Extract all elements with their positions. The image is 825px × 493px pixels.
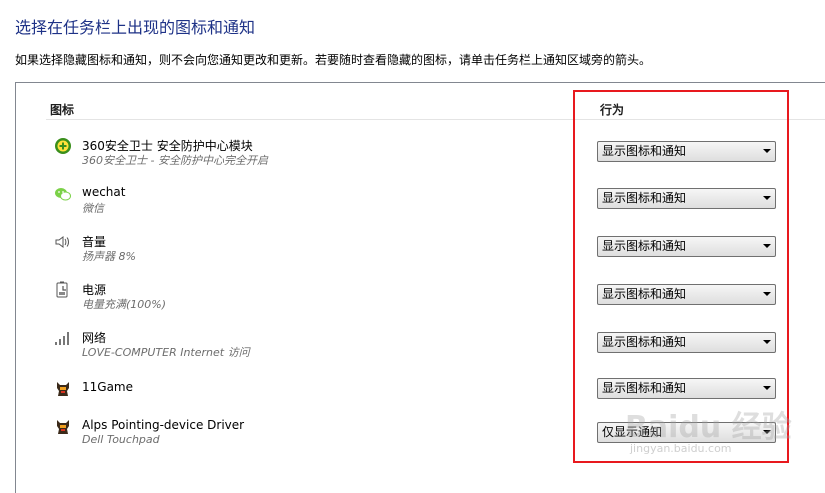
column-header-icon: 图标 — [50, 103, 75, 117]
behavior-select-value: 仅显示通知 — [602, 425, 663, 439]
battery-icon — [54, 281, 72, 299]
item-subtitle: Dell Touchpad — [82, 433, 160, 446]
item-subtitle: 360安全卫士 - 安全防护中心完全开启 — [82, 154, 268, 167]
page-description: 如果选择隐藏图标和通知，则不会向您通知更改和更新。若要随时查看隐藏的图标，请单击… — [15, 53, 652, 67]
chevron-down-icon — [763, 340, 771, 344]
item-subtitle: LOVE-COMPUTER Internet 访问 — [82, 346, 250, 359]
network-signal-icon — [54, 329, 72, 347]
speaker-icon — [54, 233, 72, 251]
item-subtitle: 电量充满(100%) — [82, 298, 167, 311]
chevron-down-icon — [763, 430, 771, 434]
behavior-select-value: 显示图标和通知 — [602, 144, 687, 158]
behavior-select[interactable]: 显示图标和通知 — [597, 378, 776, 399]
behavior-select-value: 显示图标和通知 — [602, 381, 687, 395]
item-name: wechat — [82, 185, 126, 199]
chevron-down-icon — [763, 149, 771, 153]
item-subtitle: 扬声器 8% — [82, 250, 136, 263]
behavior-select-value: 显示图标和通知 — [602, 191, 687, 205]
behavior-select[interactable]: 仅显示通知 — [597, 422, 776, 443]
chevron-down-icon — [763, 386, 771, 390]
behavior-select[interactable]: 显示图标和通知 — [597, 284, 776, 305]
behavior-select[interactable]: 显示图标和通知 — [597, 236, 776, 257]
touchpad-icon — [54, 418, 72, 436]
behavior-select-value: 显示图标和通知 — [602, 335, 687, 349]
wechat-icon — [54, 185, 72, 203]
game-11-icon — [54, 380, 72, 398]
header-divider — [46, 119, 825, 120]
behavior-select[interactable]: 显示图标和通知 — [597, 332, 776, 353]
chevron-down-icon — [763, 244, 771, 248]
item-subtitle: 微信 — [82, 202, 104, 215]
chevron-down-icon — [763, 196, 771, 200]
behavior-select[interactable]: 显示图标和通知 — [597, 188, 776, 209]
behavior-select-value: 显示图标和通知 — [602, 287, 687, 301]
column-header-behavior: 行为 — [600, 103, 625, 117]
shield-360-icon — [54, 137, 72, 155]
behavior-select[interactable]: 显示图标和通知 — [597, 141, 776, 162]
chevron-down-icon — [763, 292, 771, 296]
behavior-select-value: 显示图标和通知 — [602, 239, 687, 253]
item-name: Alps Pointing-device Driver — [82, 418, 245, 432]
page-title: 选择在任务栏上出现的图标和通知 — [15, 18, 256, 37]
item-name: 11Game — [82, 380, 133, 394]
